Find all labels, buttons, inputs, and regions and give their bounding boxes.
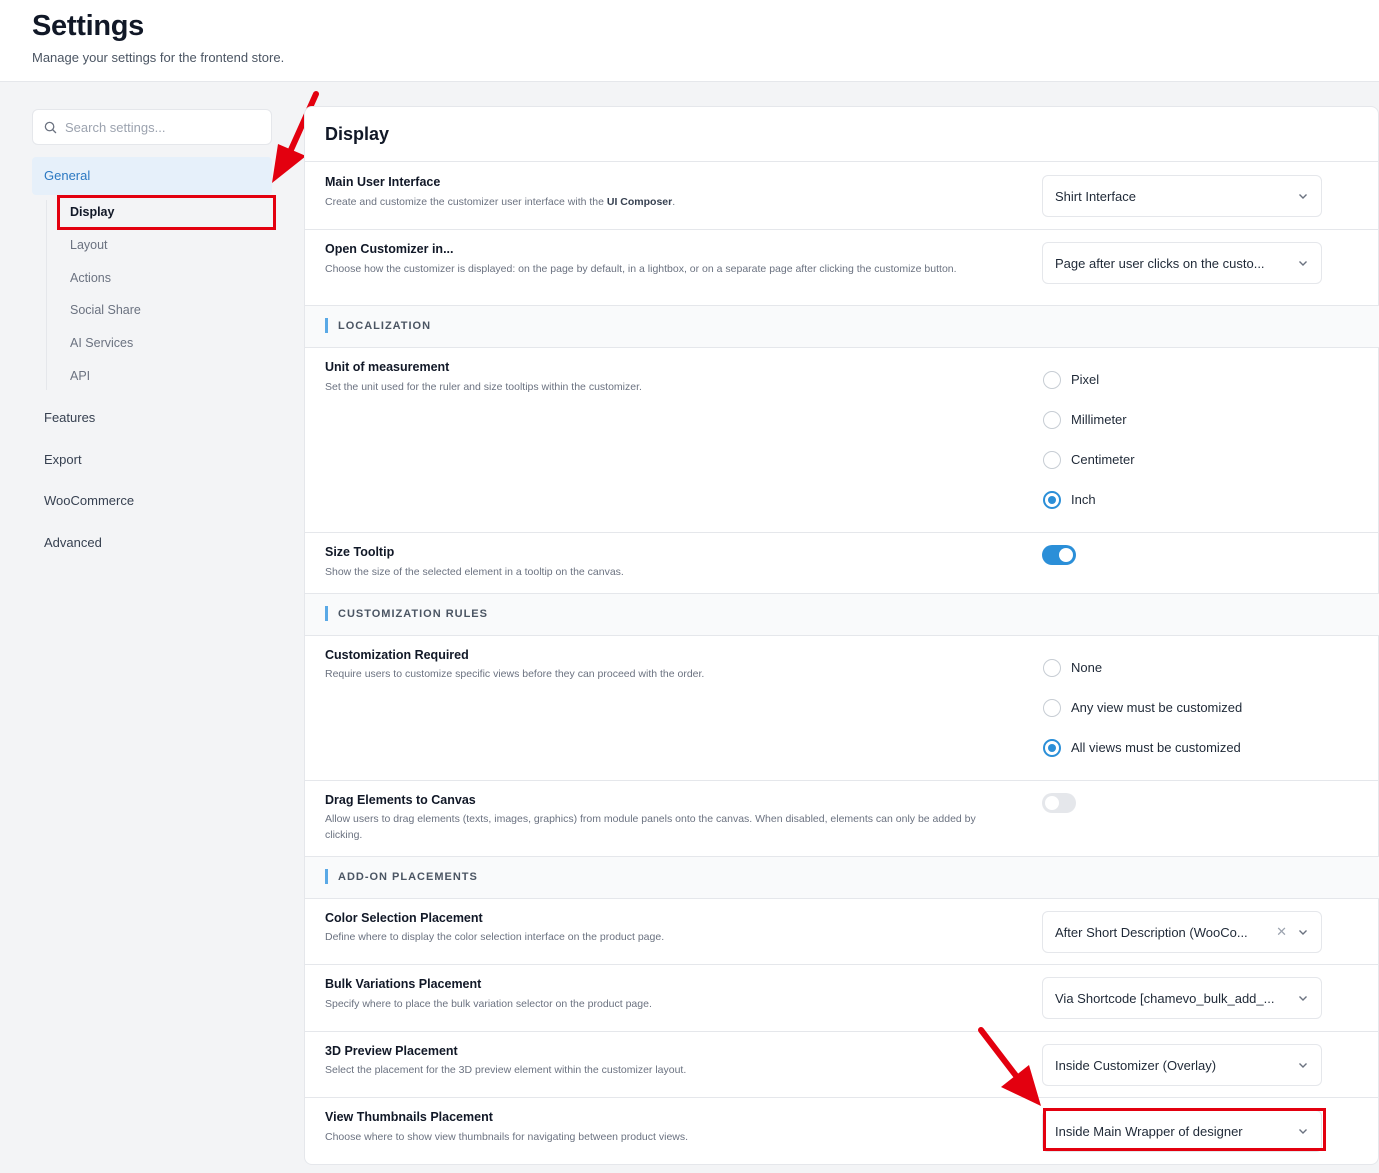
drag-elements-title: Drag Elements to Canvas xyxy=(325,793,476,807)
preview-3d-select[interactable]: Inside Customizer (Overlay) xyxy=(1042,1044,1322,1086)
color-selection-title: Color Selection Placement xyxy=(325,911,483,925)
section-customization-rules: CUSTOMIZATION RULES xyxy=(338,608,488,620)
radio-label-any-view[interactable]: Any view must be customized xyxy=(1071,700,1242,715)
divider xyxy=(305,635,1379,636)
drag-elements-desc: Allow users to drag elements (texts, ima… xyxy=(325,813,976,841)
select-value: Via Shortcode [chamevo_bulk_add_... xyxy=(1055,991,1275,1006)
sidebar-subitem-actions[interactable]: Actions xyxy=(70,271,111,285)
section-accent-bar xyxy=(325,869,328,884)
bulk-variations-desc: Specify where to place the bulk variatio… xyxy=(325,998,652,1010)
divider xyxy=(305,161,1379,162)
main-ui-desc: Create and customize the customizer user… xyxy=(325,196,676,208)
select-value: After Short Description (WooCo... xyxy=(1055,925,1248,940)
radio-label-millimeter[interactable]: Millimeter xyxy=(1071,412,1127,427)
radio-centimeter[interactable] xyxy=(1043,451,1061,469)
sidebar-item-advanced[interactable]: Advanced xyxy=(44,535,102,550)
sidebar-item-label: General xyxy=(44,168,91,183)
sidebar-subitem-ai-services[interactable]: AI Services xyxy=(70,336,133,350)
annotation-arrow-icon xyxy=(978,1027,1041,1106)
sidebar-item-features[interactable]: Features xyxy=(44,410,95,425)
section-accent-bar xyxy=(325,318,328,333)
annotation-highlight-box xyxy=(57,195,276,230)
page-subtitle: Manage your settings for the frontend st… xyxy=(32,50,285,65)
chevron-down-icon xyxy=(1299,194,1307,199)
chevron-down-icon xyxy=(1299,1063,1307,1068)
open-customizer-select[interactable]: Page after user clicks on the custo... xyxy=(1042,242,1322,284)
view-thumbnails-desc: Choose where to show view thumbnails for… xyxy=(325,1131,689,1143)
search-settings[interactable] xyxy=(32,109,272,145)
size-tooltip-desc: Show the size of the selected element in… xyxy=(325,566,624,578)
subnav-divider xyxy=(46,200,47,390)
page-header: Settings Manage your settings for the fr… xyxy=(0,0,1379,82)
drag-elements-toggle[interactable] xyxy=(1042,793,1076,813)
toggle-knob xyxy=(1059,548,1073,562)
color-selection-desc: Define where to display the color select… xyxy=(325,931,665,943)
panel-title: Display xyxy=(325,124,390,144)
divider xyxy=(305,229,1379,230)
page-title: Settings xyxy=(32,10,144,42)
radio-all-views[interactable] xyxy=(1043,739,1061,757)
sidebar-item-woocommerce[interactable]: WooCommerce xyxy=(44,493,134,508)
annotation-highlight-box xyxy=(1043,1108,1326,1151)
search-input[interactable] xyxy=(65,110,265,144)
section-addon-placements: ADD-ON PLACEMENTS xyxy=(338,871,478,883)
chevron-down-icon xyxy=(1299,996,1307,1001)
size-tooltip-toggle[interactable] xyxy=(1042,545,1076,565)
section-localization: LOCALIZATION xyxy=(338,320,432,332)
radio-none[interactable] xyxy=(1043,659,1061,677)
open-customizer-title: Open Customizer in... xyxy=(325,242,454,256)
radio-label-pixel[interactable]: Pixel xyxy=(1071,372,1099,387)
close-icon[interactable]: ✕ xyxy=(1276,924,1287,940)
section-header-bg xyxy=(305,305,1379,347)
ui-composer-link: UI Composer xyxy=(606,196,673,208)
chevron-down-icon xyxy=(1299,261,1307,266)
cust-required-title: Customization Required xyxy=(325,648,469,662)
sidebar-item-export[interactable]: Export xyxy=(44,452,82,467)
sidebar-subitem-api[interactable]: API xyxy=(70,369,90,383)
view-thumbnails-title: View Thumbnails Placement xyxy=(325,1110,493,1124)
cust-required-desc: Require users to customize specific view… xyxy=(325,668,705,680)
sidebar-item-general[interactable]: General xyxy=(32,157,272,195)
divider xyxy=(305,1031,1379,1032)
select-value: Shirt Interface xyxy=(1055,189,1136,204)
select-value: Page after user clicks on the custo... xyxy=(1055,256,1265,271)
radio-inch[interactable] xyxy=(1043,491,1061,509)
radio-label-centimeter[interactable]: Centimeter xyxy=(1071,452,1135,467)
divider xyxy=(305,347,1379,348)
radio-label-inch[interactable]: Inch xyxy=(1071,492,1096,507)
radio-label-all-views[interactable]: All views must be customized xyxy=(1071,740,1241,755)
main-ui-title: Main User Interface xyxy=(325,175,441,189)
divider xyxy=(305,964,1379,965)
preview-3d-desc: Select the placement for the 3D preview … xyxy=(325,1064,687,1076)
unit-title: Unit of measurement xyxy=(325,360,450,374)
search-icon xyxy=(44,121,57,134)
select-value: Inside Customizer (Overlay) xyxy=(1055,1058,1217,1073)
sidebar-subitem-layout[interactable]: Layout xyxy=(70,238,108,252)
toggle-knob xyxy=(1045,796,1059,810)
divider xyxy=(305,593,1379,594)
radio-millimeter[interactable] xyxy=(1043,411,1061,429)
section-accent-bar xyxy=(325,606,328,621)
bulk-variations-title: Bulk Variations Placement xyxy=(325,977,482,991)
divider xyxy=(305,305,1379,306)
sidebar-subitem-social-share[interactable]: Social Share xyxy=(70,303,141,317)
divider xyxy=(305,1097,1379,1098)
unit-desc: Set the unit used for the ruler and size… xyxy=(325,381,642,393)
divider xyxy=(305,856,1379,857)
bulk-variations-select[interactable]: Via Shortcode [chamevo_bulk_add_... xyxy=(1042,977,1322,1019)
radio-label-none[interactable]: None xyxy=(1071,660,1102,675)
divider xyxy=(305,780,1379,781)
preview-3d-title: 3D Preview Placement xyxy=(325,1044,458,1058)
color-selection-select[interactable]: After Short Description (WooCo... ✕ xyxy=(1042,911,1322,953)
main-ui-select[interactable]: Shirt Interface xyxy=(1042,175,1322,217)
size-tooltip-title: Size Tooltip xyxy=(325,545,395,559)
chevron-down-icon xyxy=(1299,930,1307,935)
divider xyxy=(305,898,1379,899)
radio-any-view[interactable] xyxy=(1043,699,1061,717)
divider xyxy=(305,532,1379,533)
radio-pixel[interactable] xyxy=(1043,371,1061,389)
open-customizer-desc: Choose how the customizer is displayed: … xyxy=(325,263,957,275)
